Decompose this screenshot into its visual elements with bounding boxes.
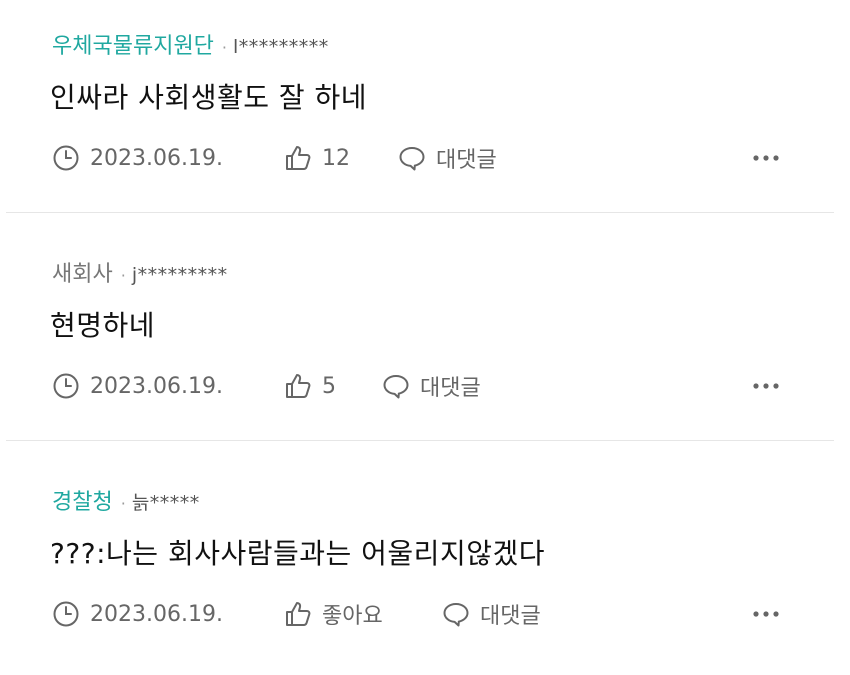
comment-meta-bar: 2023.06.19. 12 대댓글 (0, 142, 850, 174)
like-button[interactable]: 5 (284, 370, 336, 402)
reply-button[interactable]: 대댓글 (398, 142, 497, 174)
more-options-button[interactable] (752, 142, 780, 174)
comment-date: 2023.06.19. (52, 142, 223, 174)
like-button[interactable]: 좋아요 (284, 598, 383, 630)
speech-bubble-icon (399, 147, 425, 171)
reply-label: 대댓글 (420, 376, 481, 401)
thumbs-up-icon (286, 146, 311, 170)
thumbs-up-icon (286, 374, 311, 398)
masked-user-id: l********* (233, 36, 329, 58)
comment-meta-bar: 2023.06.19. 좋아요 대댓글 (0, 598, 850, 630)
thumbs-up-icon (286, 602, 311, 626)
separator-dot: · (120, 494, 126, 513)
comment-author-line: 우체국물류지원단 · l********* (52, 28, 329, 60)
comment-text: ???:나는 회사사람들과는 어울리지않겠다 (50, 537, 545, 570)
date-text: 2023.06.19. (90, 145, 223, 171)
clock-icon (53, 601, 79, 627)
more-dots-icon (753, 611, 779, 617)
reply-label: 대댓글 (436, 148, 497, 173)
like-button[interactable]: 12 (284, 142, 350, 174)
author-name[interactable]: 새회사 (52, 256, 113, 288)
comment-author-line: 경찰청 · 늙***** (52, 484, 200, 516)
masked-user-id: j********* (131, 264, 228, 286)
clock-icon (53, 145, 79, 171)
reply-button[interactable]: 대댓글 (382, 370, 481, 402)
date-text: 2023.06.19. (90, 601, 223, 627)
comment-meta-bar: 2023.06.19. 5 대댓글 (0, 370, 850, 402)
reply-button[interactable]: 대댓글 (442, 598, 541, 630)
more-dots-icon (753, 155, 779, 161)
clock-icon (53, 373, 79, 399)
comment-text: 인싸라 사회생활도 잘 하네 (50, 81, 368, 114)
date-text: 2023.06.19. (90, 373, 223, 399)
speech-bubble-icon (443, 603, 469, 627)
like-label: 좋아요 (322, 604, 383, 629)
more-dots-icon (753, 383, 779, 389)
comment-divider (6, 212, 834, 213)
speech-bubble-icon (383, 375, 409, 399)
reply-label: 대댓글 (480, 604, 541, 629)
author-name[interactable]: 경찰청 (52, 484, 113, 516)
more-options-button[interactable] (752, 598, 780, 630)
comment-date: 2023.06.19. (52, 370, 223, 402)
comment-divider (6, 440, 834, 441)
more-options-button[interactable] (752, 370, 780, 402)
comment-date: 2023.06.19. (52, 598, 223, 630)
comment-text: 현명하네 (50, 309, 156, 342)
separator-dot: · (120, 266, 126, 285)
separator-dot: · (221, 38, 228, 57)
like-count: 5 (322, 373, 336, 399)
comment-author-line: 새회사 · j********* (52, 256, 228, 288)
like-count: 12 (322, 145, 350, 171)
masked-user-id: 늙***** (131, 492, 200, 514)
author-name[interactable]: 우체국물류지원단 (52, 28, 214, 60)
